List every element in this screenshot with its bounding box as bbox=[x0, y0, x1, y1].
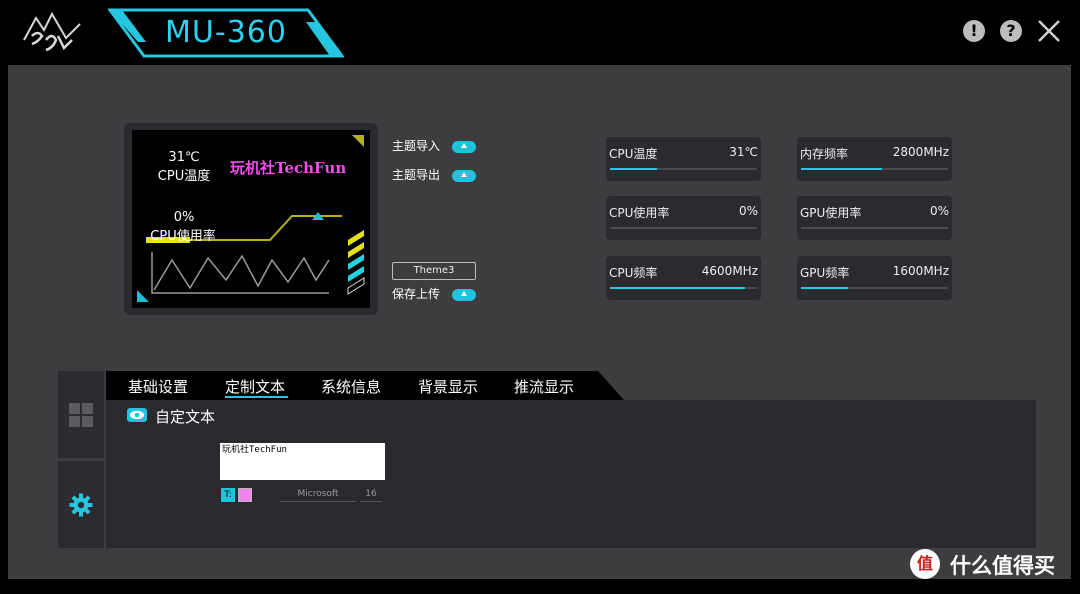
stat-value: 31℃ bbox=[729, 145, 758, 159]
help-icon[interactable]: ? bbox=[1000, 20, 1022, 42]
theme-export-button[interactable]: 主题导出 bbox=[392, 166, 476, 183]
watermark-logo-glyph: 值 bbox=[916, 554, 933, 573]
stat-label: CPU温度 bbox=[609, 147, 658, 161]
stat-bar-fill bbox=[801, 168, 882, 170]
close-icon[interactable] bbox=[1036, 18, 1062, 44]
grid-icon bbox=[69, 403, 93, 427]
theme-import-label: 主题导入 bbox=[392, 139, 441, 153]
font-family-select[interactable]: Microsoft bbox=[280, 489, 356, 502]
lcd-temp-label: CPU温度 bbox=[157, 169, 211, 184]
stat-label: GPU频率 bbox=[800, 266, 850, 280]
section-title: 自定文本 bbox=[155, 408, 216, 426]
stat-label: CPU使用率 bbox=[609, 206, 670, 220]
active-tab-indicator bbox=[225, 396, 288, 398]
stat-card-gpu-freq: GPU频率 1600MHz bbox=[797, 256, 952, 300]
stat-bar-track bbox=[610, 168, 757, 170]
stat-value: 2800MHz bbox=[892, 145, 949, 159]
lcd-preview-screen: 31℃ CPU温度 玩机社TechFun 0% CPU使用率 bbox=[132, 130, 370, 308]
stat-value: 1600MHz bbox=[892, 264, 949, 278]
stat-label: 内存频率 bbox=[800, 147, 849, 161]
upload-arrow-icon bbox=[451, 288, 476, 301]
stat-bar-fill bbox=[801, 287, 849, 289]
app-logo-icon bbox=[23, 11, 81, 52]
stat-value: 0% bbox=[929, 204, 949, 218]
stat-value: 0% bbox=[738, 204, 758, 218]
lcd-brand-text: 玩机社TechFun bbox=[230, 159, 347, 177]
eye-icon[interactable] bbox=[127, 408, 147, 422]
stat-bar-fill bbox=[610, 168, 658, 170]
lcd-temp-value: 31℃ bbox=[168, 150, 200, 165]
lcd-usage-value: 0% bbox=[173, 210, 195, 225]
save-upload-button[interactable]: 保存上传 bbox=[392, 285, 476, 302]
lcd-usage-label: CPU使用率 bbox=[150, 229, 216, 244]
stat-bar-fill bbox=[610, 287, 746, 289]
font-size-input[interactable]: 16 bbox=[360, 489, 382, 502]
stat-bar-track bbox=[801, 227, 948, 229]
tab-system-info[interactable]: 系统信息 bbox=[321, 376, 381, 397]
stat-label: CPU频率 bbox=[609, 266, 658, 280]
watermark-logo-icon: 值 bbox=[910, 549, 940, 579]
tab-background-display[interactable]: 背景显示 bbox=[418, 376, 478, 397]
stat-value: 4600MHz bbox=[701, 264, 758, 278]
stat-card-cpu-freq: CPU频率 4600MHz bbox=[606, 256, 761, 300]
tab-basic-settings[interactable]: 基础设置 bbox=[128, 376, 188, 397]
stat-bar-track bbox=[610, 227, 757, 229]
gear-icon bbox=[69, 493, 93, 517]
sidebar-item-layout[interactable] bbox=[58, 371, 104, 458]
stat-label: GPU使用率 bbox=[800, 206, 862, 220]
stat-card-mem-freq: 内存频率 2800MHz bbox=[797, 137, 952, 181]
tab-stream-display[interactable]: 推流显示 bbox=[514, 376, 574, 397]
font-style-icon[interactable]: T: bbox=[221, 488, 235, 502]
stat-bar-track bbox=[801, 168, 948, 170]
sidebar-item-settings[interactable] bbox=[58, 461, 104, 548]
stat-bar-track bbox=[610, 287, 757, 289]
theme-export-label: 主题导出 bbox=[392, 168, 441, 182]
theme-import-button[interactable]: 主题导入 bbox=[392, 137, 476, 154]
tab-custom-text[interactable]: 定制文本 bbox=[225, 376, 285, 397]
info-icon[interactable]: ! bbox=[963, 20, 985, 42]
stat-card-cpu-temp: CPU温度 31℃ bbox=[606, 137, 761, 181]
stat-bar-track bbox=[801, 287, 948, 289]
cloud-download-icon bbox=[451, 169, 476, 182]
theme-selector[interactable]: Theme3 bbox=[392, 262, 476, 280]
save-upload-label: 保存上传 bbox=[392, 287, 441, 301]
stat-card-gpu-usage: GPU使用率 0% bbox=[797, 196, 952, 240]
text-color-swatch[interactable] bbox=[238, 488, 252, 502]
custom-text-input[interactable]: 玩机社TechFun bbox=[220, 443, 385, 480]
watermark-text: 什么值得买 bbox=[950, 554, 1055, 578]
app-title: MU-360 bbox=[165, 15, 287, 50]
stat-card-cpu-usage: CPU使用率 0% bbox=[606, 196, 761, 240]
cloud-upload-icon bbox=[451, 140, 476, 153]
